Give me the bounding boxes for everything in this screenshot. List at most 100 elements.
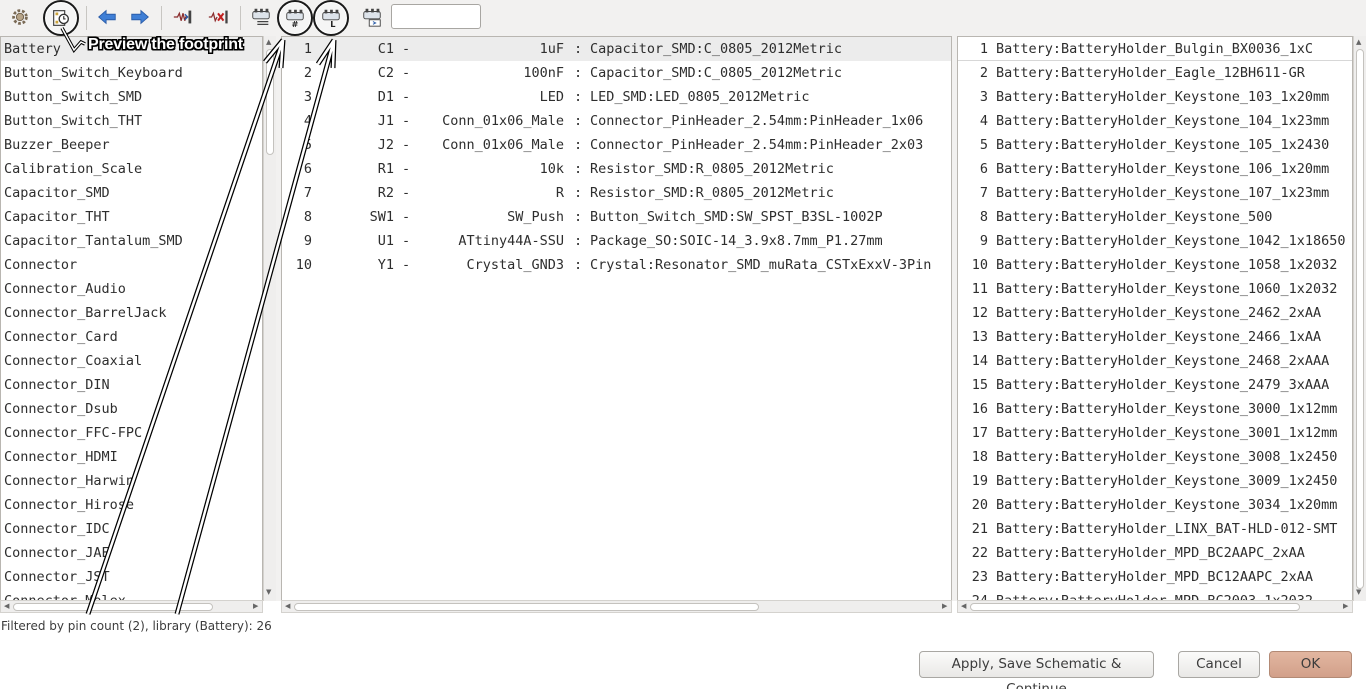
footprint-number: 18 — [971, 449, 988, 465]
component-row[interactable]: 6 R1- 10k: Resistor_SMD:R_0805_2012Metric — [282, 157, 951, 181]
scrollbar-thumb[interactable] — [266, 49, 274, 155]
library-item[interactable]: Connector_IDC — [1, 517, 262, 541]
toolbar-separator — [86, 6, 87, 30]
footprint-list-vscroll[interactable]: ▲ ▼ — [1353, 36, 1366, 601]
delete-association-icon — [208, 10, 228, 24]
footprint-item[interactable]: 22 Battery:BatteryHolder_MPD_BC2AAPC_2xAA — [958, 541, 1352, 565]
footprint-item[interactable]: 3 Battery:BatteryHolder_Keystone_103_1x20… — [958, 85, 1352, 109]
library-list[interactable]: Battery Button_Switch_Keyboard Button_Swit… — [0, 36, 263, 601]
library-item[interactable]: Calibration_Scale — [1, 157, 262, 181]
library-item[interactable]: Capacitor_THT — [1, 205, 262, 229]
library-item[interactable]: Connector_Card — [1, 325, 262, 349]
library-item[interactable]: Connector_BarrelJack — [1, 301, 262, 325]
footprint-item[interactable]: 11 Battery:BatteryHolder_Keystone_1060_1x… — [958, 277, 1352, 301]
scrollbar-thumb[interactable] — [1356, 49, 1364, 589]
library-item[interactable]: Connector_Dsub — [1, 397, 262, 421]
filter-library-button[interactable]: L — [313, 0, 349, 36]
component-reference: SW1 — [369, 209, 394, 225]
library-item[interactable]: Connector_Coaxial — [1, 349, 262, 373]
footprint-name: Battery:BatteryHolder_Keystone_105_1x243… — [996, 137, 1330, 153]
footprint-item[interactable]: 6 Battery:BatteryHolder_Keystone_106_1x20… — [958, 157, 1352, 181]
footprint-list-hscroll[interactable]: ◀ ▶ — [957, 600, 1353, 613]
library-item[interactable]: Connector_JST — [1, 565, 262, 589]
library-item[interactable]: Connector_Audio — [1, 277, 262, 301]
settings-button[interactable] — [7, 4, 33, 30]
library-item[interactable]: Connector_Hirose — [1, 493, 262, 517]
separator-colon: : — [574, 65, 583, 81]
component-row[interactable]: 8 SW1- SW_Push: Button_Switch_SMD:SW_SPST_B… — [282, 205, 951, 229]
footprint-list[interactable]: 1 Battery:BatteryHolder_Bulgin_BX0036_1xC… — [957, 36, 1353, 601]
scroll-up-icon: ▲ — [1356, 38, 1362, 46]
footprint-item[interactable]: 1 Battery:BatteryHolder_Bulgin_BX0036_1xC — [958, 37, 1352, 61]
view-footprint-button[interactable] — [43, 0, 79, 36]
footprint-item[interactable]: 13 Battery:BatteryHolder_Keystone_2466_1x… — [958, 325, 1352, 349]
footprint-item[interactable]: 7 Battery:BatteryHolder_Keystone_107_1x23… — [958, 181, 1352, 205]
component-value: LED — [539, 89, 564, 105]
library-list-hscroll[interactable]: ◀ ▶ — [0, 600, 263, 613]
apply-save-continue-button[interactable]: Apply, Save Schematic & Continue — [919, 651, 1154, 689]
cancel-button[interactable]: Cancel — [1178, 651, 1260, 678]
component-list[interactable]: 1 C1-1uF: Capacitor_SMD:C_0805_2012Metric 2… — [281, 36, 952, 601]
component-footprint: Capacitor_SMD:C_0805_2012Metric — [590, 41, 842, 57]
component-footprint: Connector_PinHeader_2.54mm:PinHeader_2x0… — [590, 137, 924, 153]
footprint-item[interactable]: 15 Battery:BatteryHolder_Keystone_2479_3x… — [958, 373, 1352, 397]
component-row[interactable]: 3 D1- LED: LED_SMD:LED_0805_2012Metric — [282, 85, 951, 109]
footprint-item[interactable]: 4 Battery:BatteryHolder_Keystone_104_1x23… — [958, 109, 1352, 133]
library-item[interactable]: Button_Switch_Keyboard — [1, 61, 262, 85]
component-row[interactable]: 9 U1- ATtiny44A-SSU: Package_SO:SOIC-14_3.9… — [282, 229, 951, 253]
component-row[interactable]: 5 J2- Conn_01x06_Male: Connector_PinHeader_… — [282, 133, 951, 157]
component-reference: J1 — [377, 113, 394, 129]
footprint-item[interactable]: 17 Battery:BatteryHolder_Keystone_3001_1x… — [958, 421, 1352, 445]
library-item[interactable]: Connector_DIN — [1, 373, 262, 397]
library-item[interactable]: Connector_HDMI — [1, 445, 262, 469]
library-item[interactable]: Capacitor_Tantalum_SMD — [1, 229, 262, 253]
footprint-item[interactable]: 2 Battery:BatteryHolder_Eagle_12BH611-GR — [958, 61, 1352, 85]
footprint-item[interactable]: 9 Battery:BatteryHolder_Keystone_1042_1x1… — [958, 229, 1352, 253]
library-item[interactable]: Connector — [1, 253, 262, 277]
library-item[interactable]: Button_Switch_SMD — [1, 85, 262, 109]
library-item[interactable]: Capacitor_SMD — [1, 181, 262, 205]
footprint-item[interactable]: 20 Battery:BatteryHolder_Keystone_3034_1x… — [958, 493, 1352, 517]
library-item[interactable]: Buzzer_Beeper — [1, 133, 262, 157]
filter-pin-count-button[interactable]: # — [277, 0, 313, 36]
delete-associations-button[interactable] — [205, 4, 231, 30]
component-row[interactable]: 2 C2- 100nF: Capacitor_SMD:C_0805_2012Metri… — [282, 61, 951, 85]
footprint-name: Battery:BatteryHolder_Keystone_3009_1x24… — [996, 473, 1338, 489]
component-row[interactable]: 7 R2- R: Resistor_SMD:R_0805_2012Metric — [282, 181, 951, 205]
component-row[interactable]: 10 Y1- Crystal_GND3: Crystal:Resonator_SMD_… — [282, 253, 951, 277]
separator-dash: - — [402, 257, 411, 273]
previous-button[interactable] — [94, 4, 120, 30]
separator-colon: : — [574, 161, 583, 177]
auto-associate-button[interactable] — [170, 4, 196, 30]
scrollbar-thumb[interactable] — [13, 603, 213, 611]
scrollbar-thumb[interactable] — [970, 603, 1300, 611]
component-row[interactable]: 1 C1- 1uF: Capacitor_SMD:C_0805_2012Metric — [282, 37, 951, 61]
footprint-filter-input[interactable] — [391, 4, 481, 29]
library-item[interactable]: Connector_FFC-FPC — [1, 421, 262, 445]
component-list-hscroll[interactable]: ◀ ▶ — [281, 600, 952, 613]
library-list-vscroll[interactable]: ▲ ▼ — [263, 36, 276, 601]
scrollbar-thumb[interactable] — [294, 603, 759, 611]
footprint-item[interactable]: 21 Battery:BatteryHolder_LINX_BAT-HLD-012… — [958, 517, 1352, 541]
footprint-item[interactable]: 14 Battery:BatteryHolder_Keystone_2468_2x… — [958, 349, 1352, 373]
footprint-item[interactable]: 19 Battery:BatteryHolder_Keystone_3009_1x… — [958, 469, 1352, 493]
footprint-number: 14 — [971, 353, 988, 369]
footprint-item[interactable]: 5 Battery:BatteryHolder_Keystone_105_1x24… — [958, 133, 1352, 157]
footprint-item[interactable]: 18 Battery:BatteryHolder_Keystone_3008_1x… — [958, 445, 1352, 469]
footprint-item[interactable]: 10 Battery:BatteryHolder_Keystone_1058_1x… — [958, 253, 1352, 277]
filter-keywords-button[interactable] — [248, 4, 274, 30]
component-row[interactable]: 4 J1- Conn_01x06_Male: Connector_PinHeader_… — [282, 109, 951, 133]
filter-text-button[interactable] — [359, 4, 385, 30]
ok-button[interactable]: OK — [1269, 651, 1352, 678]
library-item[interactable]: Connector_JAE — [1, 541, 262, 565]
footprint-item[interactable]: 8 Battery:BatteryHolder_Keystone_500 — [958, 205, 1352, 229]
separator-colon: : — [574, 89, 583, 105]
next-button[interactable] — [127, 4, 153, 30]
library-item[interactable]: Button_Switch_THT — [1, 109, 262, 133]
footprint-item[interactable]: 12 Battery:BatteryHolder_Keystone_2462_2x… — [958, 301, 1352, 325]
footprint-item[interactable]: 16 Battery:BatteryHolder_Keystone_3000_1x… — [958, 397, 1352, 421]
footprint-name: Battery:BatteryHolder_Keystone_106_1x20m… — [996, 161, 1330, 177]
separator-dash: - — [402, 113, 411, 129]
library-item[interactable]: Connector_Harwin — [1, 469, 262, 493]
footprint-item[interactable]: 23 Battery:BatteryHolder_MPD_BC12AAPC_2xA… — [958, 565, 1352, 589]
